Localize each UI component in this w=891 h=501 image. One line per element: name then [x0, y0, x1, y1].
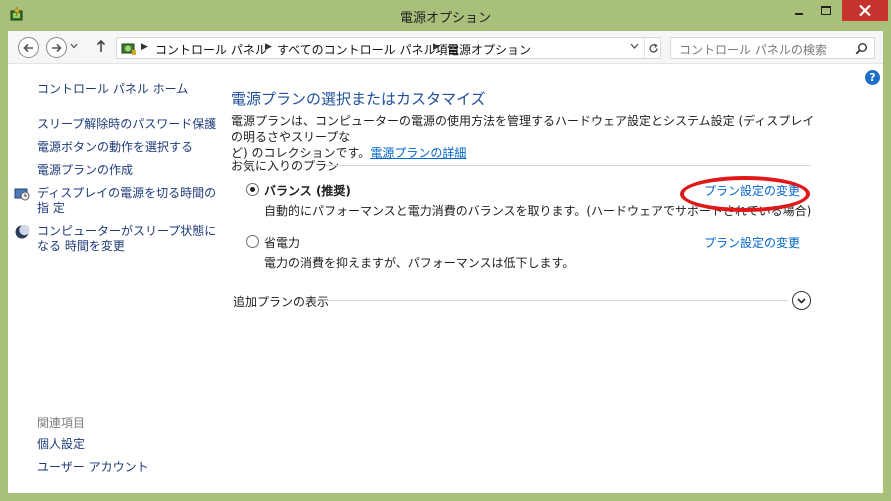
navigation-bar: ▶ コントロール パネル ▶ すべてのコントロール パネル項目 ▶ 電源オプショ… [8, 31, 883, 64]
arrow-right-icon [52, 43, 62, 52]
breadcrumb-separator-icon[interactable]: ▶ [433, 42, 440, 52]
favorite-plans-label: お気に入りのプラン [231, 159, 340, 173]
title-bar[interactable]: 電源オプション [0, 0, 891, 31]
address-dropdown-chevron-icon[interactable] [630, 43, 639, 50]
control-panel-icon [121, 43, 136, 55]
arrow-left-icon [23, 43, 33, 52]
page-description: 電源プランは、コンピューターの電源の使用方法を管理するハードウェア設定とシステム… [231, 113, 821, 161]
display-timer-icon [14, 188, 30, 201]
breadcrumb-power-options[interactable]: 電源オプション [447, 41, 531, 58]
address-bar[interactable]: ▶ コントロール パネル ▶ すべてのコントロール パネル項目 ▶ 電源オプショ… [116, 37, 661, 59]
additional-plans-divider [323, 300, 788, 301]
maximize-icon [821, 6, 831, 15]
plan-power-saver-description: 電力の消費を抑えますが、パフォーマンスは低下します。 [264, 256, 575, 270]
expand-additional-plans-button[interactable] [792, 291, 811, 310]
search-input[interactable]: コントロール パネルの検索 [670, 37, 875, 59]
related-items-heading: 関連項目 [37, 416, 86, 430]
sidebar-item-display-off[interactable]: ディスプレイの電源を切る時間の指 定 [37, 186, 217, 216]
minimize-button[interactable] [789, 0, 809, 21]
back-button[interactable] [18, 37, 39, 58]
sidebar-item-sleep-timer-line2: 時間を変更 [64, 239, 125, 253]
up-arrow-icon[interactable] [96, 39, 106, 53]
annotation-highlight-circle [680, 176, 810, 212]
recent-locations-chevron-icon[interactable] [70, 43, 78, 49]
description-line1: 電源プランは、コンピューターの電源の使用方法を管理するハードウェア設定とシステム… [231, 114, 815, 144]
sidebar-item-user-accounts[interactable]: ユーザー アカウント [37, 460, 149, 475]
close-button[interactable] [842, 0, 888, 21]
favorite-plans-section: お気に入りのプラン [231, 157, 811, 173]
plan-balanced-name[interactable]: バランス (推奨) [264, 182, 351, 199]
content-pane: ? コントロール パネル ホーム スリープ解除時のパスワード保護 電源ボタンの動… [8, 64, 883, 493]
close-icon [859, 5, 871, 16]
page-title: 電源プランの選択またはカスタマイズ [231, 90, 486, 108]
search-icon[interactable] [855, 42, 868, 55]
plan-power-saver-name[interactable]: 省電力 [264, 234, 300, 251]
plan-balanced-radio[interactable] [246, 183, 259, 196]
breadcrumb-separator-icon[interactable]: ▶ [141, 42, 148, 52]
maximize-button[interactable] [816, 0, 836, 21]
search-placeholder: コントロール パネルの検索 [679, 43, 827, 57]
breadcrumb-control-panel[interactable]: コントロール パネル [155, 41, 267, 58]
show-additional-plans-label[interactable]: 追加プランの表示 [233, 293, 329, 310]
window-title: 電源オプション [399, 11, 491, 26]
power-options-window: 電源オプション ▶ コントロール パネル ▶ すべてのコントロール パネル項目 … [0, 0, 891, 501]
minimize-icon [795, 12, 803, 15]
sidebar-home-link[interactable]: コントロール パネル ホーム [37, 82, 188, 97]
sidebar-item-sleep-timer[interactable]: コンピューターがスリープ状態になる 時間を変更 [37, 224, 217, 254]
sidebar-item-display-off-line2: 定 [52, 201, 65, 215]
plan-power-saver-radio[interactable] [246, 235, 259, 248]
sidebar-item-power-button[interactable]: 電源ボタンの動作を選択する [37, 140, 193, 155]
help-icon[interactable]: ? [865, 70, 880, 85]
forward-button[interactable] [46, 37, 67, 58]
refresh-icon [648, 42, 658, 53]
plan-power-saver-change-settings-link[interactable]: プラン設定の変更 [704, 234, 800, 251]
sidebar-item-create-plan[interactable]: 電源プランの作成 [37, 163, 133, 178]
sidebar-item-password-on-wakeup[interactable]: スリープ解除時のパスワード保護 [37, 117, 216, 132]
breadcrumb-separator-icon[interactable]: ▶ [265, 42, 272, 52]
sleep-moon-icon [15, 224, 30, 239]
chevron-down-icon [797, 297, 806, 304]
section-divider [325, 165, 811, 166]
refresh-button[interactable] [644, 38, 661, 58]
sidebar-item-personalization[interactable]: 個人設定 [37, 437, 85, 452]
